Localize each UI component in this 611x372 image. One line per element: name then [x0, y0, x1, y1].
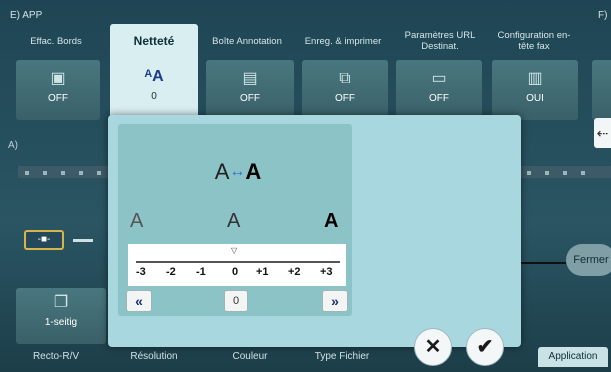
divider-line [521, 262, 566, 264]
fax-header-icon: ▥ [527, 70, 543, 87]
preview-sharp-letter: A [245, 159, 262, 184]
app-title: E) APP [10, 10, 43, 21]
dot-bar-right [520, 166, 611, 178]
scale-line [136, 261, 340, 263]
cancel-button[interactable]: ✕ [414, 328, 452, 366]
tab-nettete[interactable]: Netteté [110, 24, 198, 58]
scale-label: -1 [196, 266, 206, 278]
tile-parametres-url[interactable]: ▭ OFF [396, 60, 482, 120]
double-arrow-icon: ↔ [229, 163, 246, 180]
tile-value: OFF [429, 93, 449, 104]
duplex-value: 1-seitig [44, 317, 78, 328]
tile-recto-verso[interactable]: ❐ 1-seitig [16, 288, 106, 344]
erase-icon: ▣ [50, 70, 66, 87]
preview-soft-letter: A [214, 159, 230, 184]
bottom-tab-recto-verso[interactable]: Recto-R/V [16, 347, 96, 367]
bottom-tab-application[interactable]: Application [538, 347, 608, 367]
tile-nettete[interactable]: ᴬA 0 [110, 58, 198, 120]
tab-boite-annotation[interactable]: Boîte Annotation [206, 24, 288, 58]
scale-label: -3 [136, 266, 146, 278]
duplex-icon: ❐ [53, 294, 69, 311]
section-a-label: A) [8, 140, 18, 151]
save-print-icon: ⧉ [339, 70, 351, 87]
scale-label: +1 [256, 266, 269, 278]
scale-pointer-icon: ▽ [231, 246, 238, 255]
scale-label: 0 [232, 266, 239, 278]
bottom-tab-couleur[interactable]: Couleur [210, 347, 290, 367]
letter-sharp: A [324, 210, 339, 232]
fermer-button[interactable]: Fermer [566, 244, 611, 276]
increase-button[interactable]: » [322, 290, 348, 312]
tab-parametres-url[interactable]: Paramètres URL Destinat. [398, 24, 482, 58]
url-icon: ▭ [431, 70, 447, 87]
tile-offscreen[interactable] [592, 60, 611, 120]
ok-button[interactable]: ✔ [466, 328, 504, 366]
tile-value: OFF [240, 93, 260, 104]
tile-effac-bords[interactable]: ▣ OFF [16, 60, 100, 120]
value-field[interactable]: 0 [224, 290, 248, 312]
scale-label: +3 [320, 266, 333, 278]
decrease-button[interactable]: « [126, 290, 152, 312]
sharpness-scale[interactable]: ▽ -3 -2 -1 0 +1 +2 +3 [128, 244, 346, 286]
layout-toggle-icon[interactable]: -■- [24, 230, 64, 250]
stamp-icon: ▤ [242, 70, 258, 87]
back-arrow-icon[interactable]: ⇠ [594, 118, 611, 148]
scale-label: -2 [166, 266, 176, 278]
tile-boite-annotation[interactable]: ▤ OFF [206, 60, 294, 120]
bottom-tab-resolution[interactable]: Résolution [112, 347, 196, 367]
section-f-label: F) [598, 10, 608, 21]
tile-value: 0 [151, 91, 157, 102]
tile-value: OFF [48, 93, 68, 104]
tile-value: OUI [526, 93, 544, 104]
tab-effac-bords[interactable]: Effac. Bords [16, 24, 96, 58]
letter-normal: A [227, 210, 241, 232]
tile-config-fax[interactable]: ▥ OUI [492, 60, 578, 120]
tab-config-fax[interactable]: Configuration en-tête fax [492, 24, 576, 58]
sharpness-icon: ᴬA [144, 68, 164, 85]
bottom-tab-type-fichier[interactable]: Type Fichier [300, 347, 384, 367]
sharpness-preview: A ↔ A [203, 158, 273, 186]
tab-enreg-imprimer[interactable]: Enreg. & imprimer [302, 24, 384, 58]
dot-bar-left [18, 166, 112, 178]
layout-toggle-alt-icon[interactable]: ▬▬ [68, 232, 98, 248]
scale-label: +2 [288, 266, 301, 278]
tile-enreg-imprimer[interactable]: ⧉ OFF [302, 60, 388, 120]
tile-value: OFF [335, 93, 355, 104]
letter-soft: A [130, 210, 144, 232]
